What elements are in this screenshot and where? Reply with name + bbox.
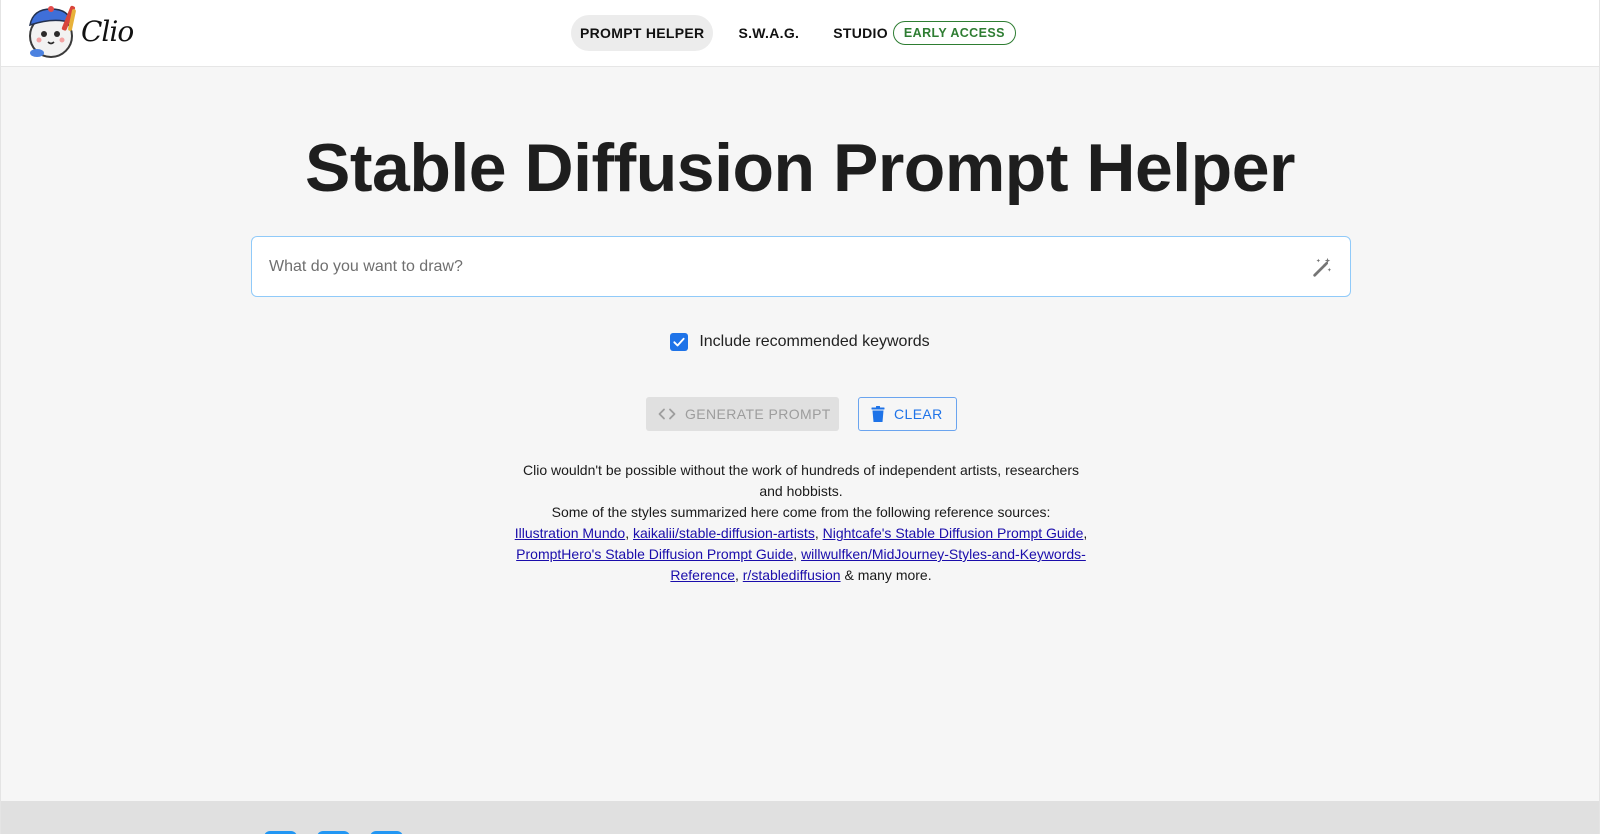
credits-line-2: Some of the styles summarized here come … (551, 504, 1051, 520)
brand-name: Clio (81, 14, 134, 48)
top-nav-bar: Clio PROMPT HELPER S.W.A.G. STUDIO EARLY… (1, 0, 1599, 67)
code-icon (658, 407, 676, 421)
separator: , (734, 567, 739, 583)
page-title: Stable Diffusion Prompt Helper (305, 130, 1296, 206)
main-nav: PROMPT HELPER S.W.A.G. STUDIO EARLY ACCE… (571, 15, 1016, 51)
source-link-prompthero[interactable]: PromptHero's Stable Diffusion Prompt Gui… (516, 546, 793, 562)
nav-studio-label: STUDIO (833, 25, 888, 41)
source-link-nightcafe[interactable]: Nightcafe's Stable Diffusion Prompt Guid… (823, 525, 1084, 541)
separator: , (793, 546, 798, 562)
separator: , (814, 525, 819, 541)
clio-cat-logo-icon (29, 5, 76, 58)
generate-prompt-button[interactable]: GENERATE PROMPT (646, 397, 839, 431)
clear-label: CLEAR (894, 406, 943, 422)
footer (1, 801, 1599, 834)
auto-fix-wand-icon (1313, 257, 1332, 277)
checkmark-icon (673, 337, 685, 347)
prompt-input[interactable] (269, 237, 1279, 296)
source-link-kaikalii[interactable]: kaikalii/stable-diffusion-artists (633, 525, 815, 541)
page: Clio PROMPT HELPER S.W.A.G. STUDIO EARLY… (0, 0, 1600, 834)
nav-swag[interactable]: S.W.A.G. (729, 15, 808, 51)
trash-icon (871, 406, 885, 422)
nav-studio[interactable]: STUDIO EARLY ACCESS (824, 15, 1016, 51)
credits-text: Clio wouldn't be possible without the wo… (513, 460, 1089, 586)
magic-wand-button[interactable] (1310, 255, 1334, 279)
separator: , (625, 525, 630, 541)
include-keywords-row: Include recommended keywords (1, 333, 1599, 351)
brand-logo-link[interactable]: Clio (25, 2, 134, 60)
include-keywords-label[interactable]: Include recommended keywords (699, 333, 929, 351)
early-access-badge: EARLY ACCESS (892, 21, 1016, 45)
source-link-illustration-mundo[interactable]: Illustration Mundo (515, 525, 626, 541)
main-content: Stable Diffusion Prompt Helper Include r (1, 67, 1599, 801)
credits-line-1: Clio wouldn't be possible without the wo… (523, 462, 1079, 499)
credits-sources: Illustration Mundo, kaikalii/stable-diff… (513, 523, 1089, 586)
include-keywords-checkbox[interactable] (670, 333, 689, 351)
credits-suffix: & many more. (844, 567, 932, 583)
separator: , (1083, 525, 1088, 541)
clear-button[interactable]: CLEAR (858, 397, 957, 431)
action-buttons: GENERATE PROMPT CLEAR (646, 397, 957, 431)
nav-prompt-helper[interactable]: PROMPT HELPER (571, 15, 714, 51)
source-link-stablediffusion-subreddit[interactable]: r/stablediffusion (743, 567, 841, 583)
generate-prompt-label: GENERATE PROMPT (685, 406, 831, 422)
prompt-field (251, 236, 1351, 297)
